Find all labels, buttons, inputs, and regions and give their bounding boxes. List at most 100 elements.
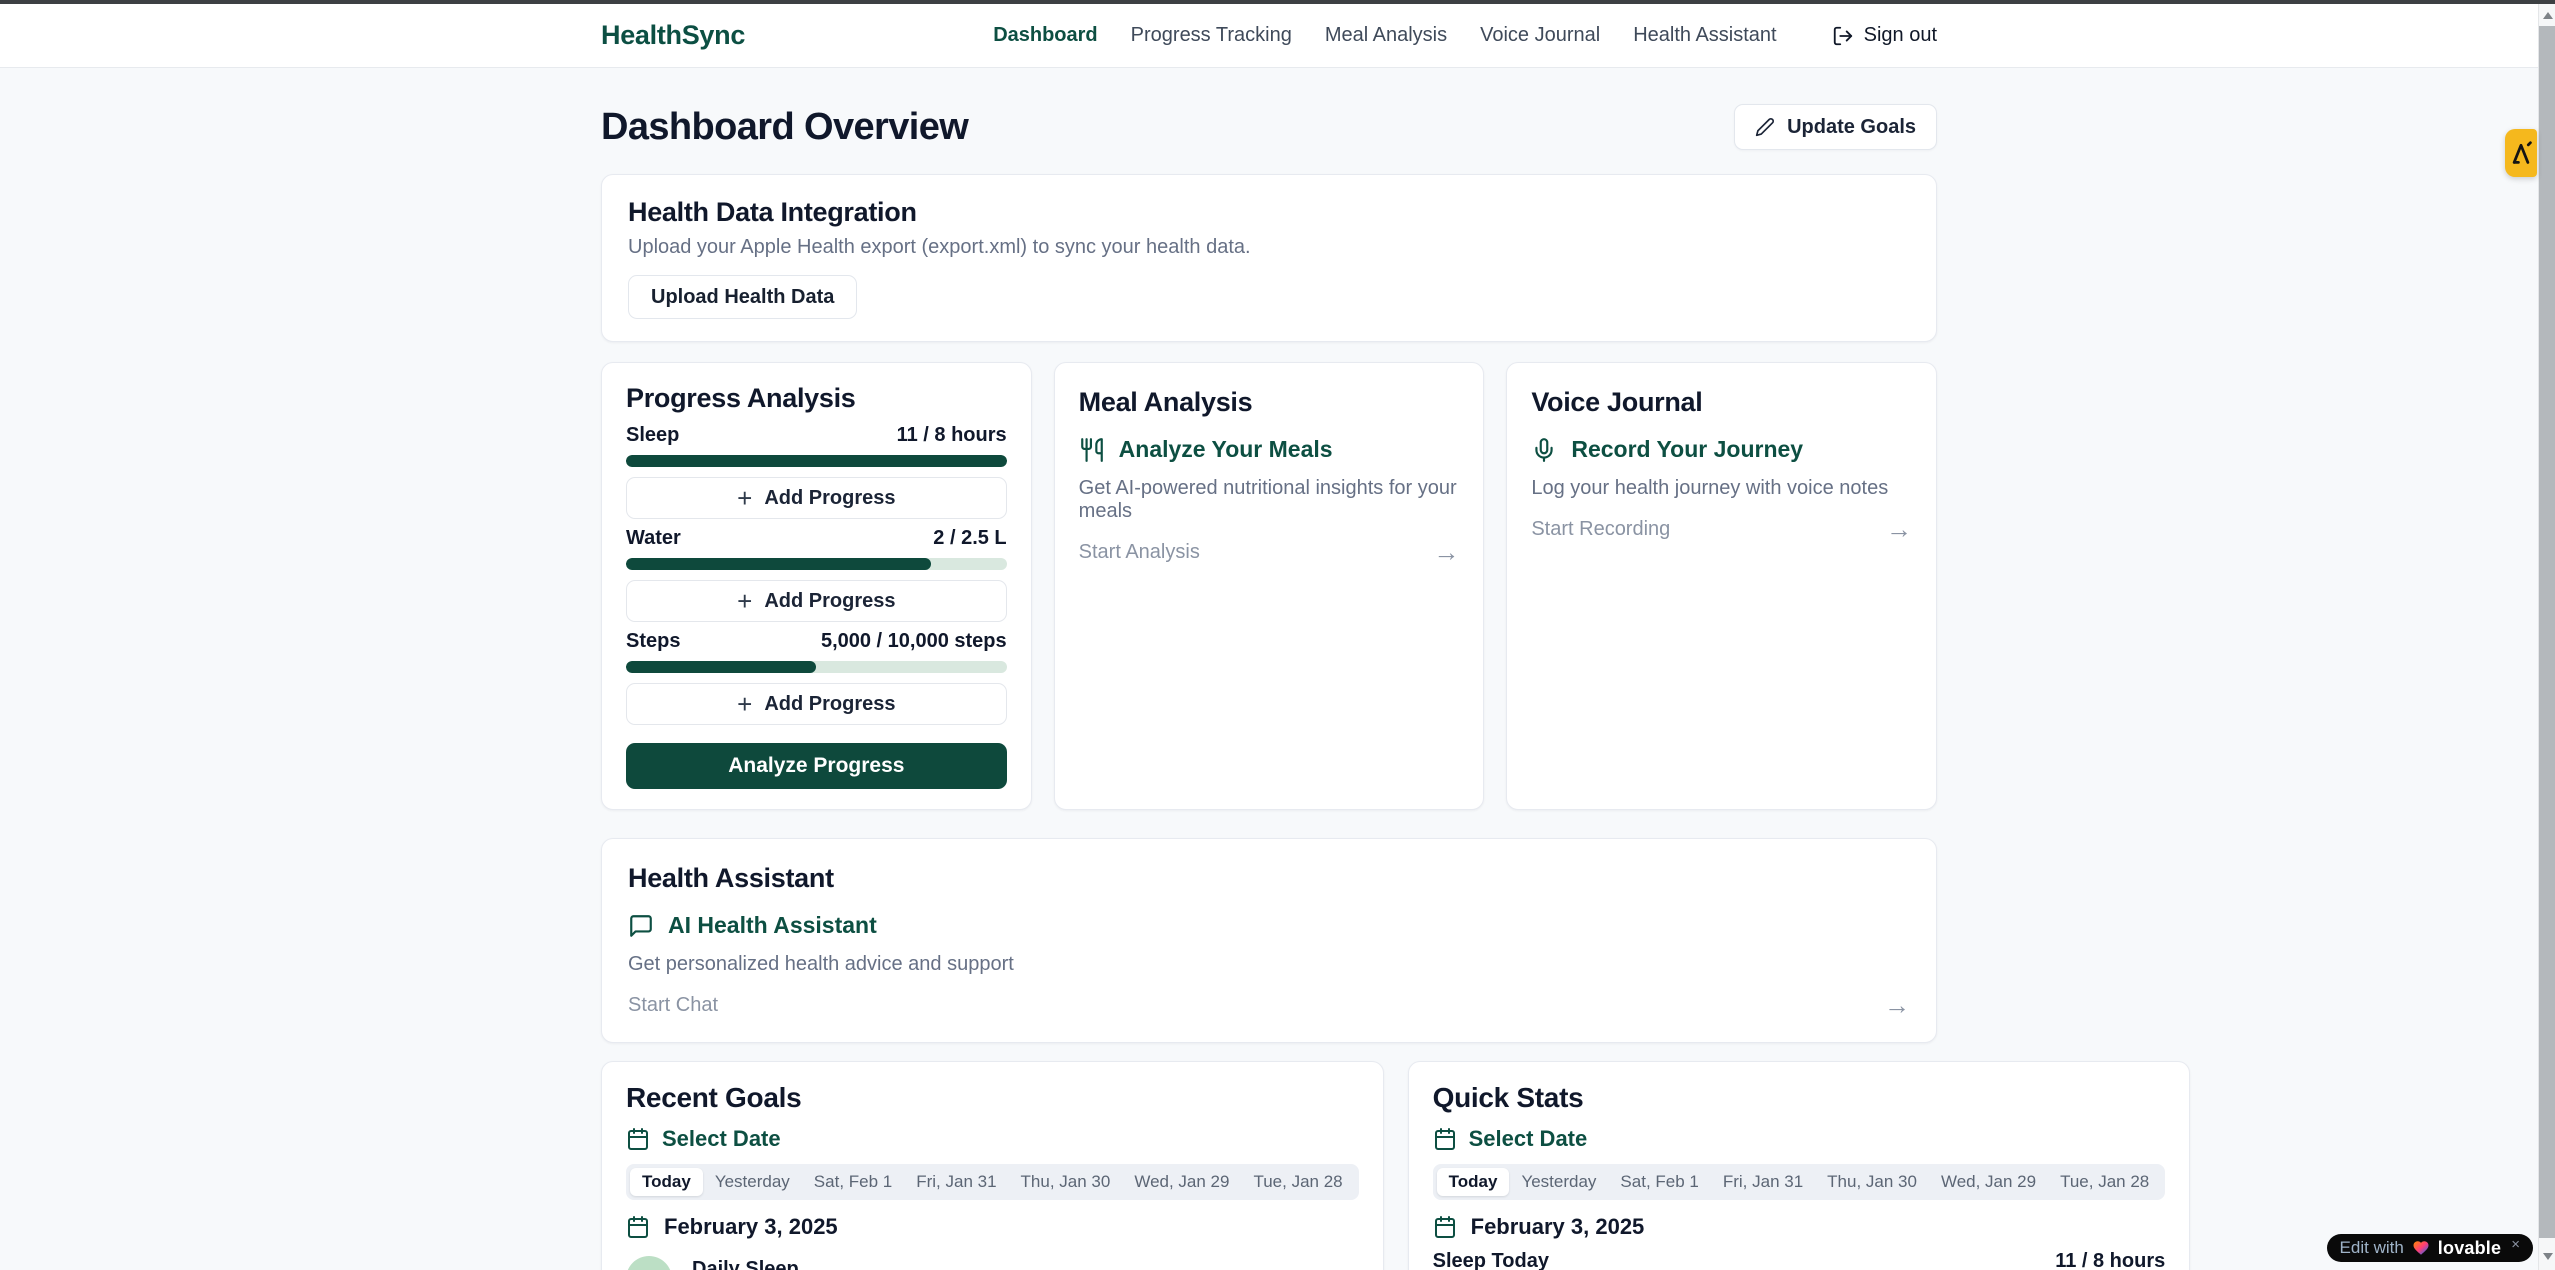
microphone-icon [1531,437,1557,463]
water-value: 2 / 2.5 L [933,527,1006,550]
app-header: HealthSync Dashboard Progress Tracking M… [0,4,2538,68]
plus-icon: + [737,485,752,511]
tab-thu-jan-30[interactable]: Thu, Jan 30 [1009,1168,1123,1196]
nav-progress-tracking[interactable]: Progress Tracking [1131,24,1292,47]
goal-complete-badge [626,1256,672,1270]
meal-analysis-card: Meal Analysis Analyze Your Meals Get AI-… [1054,362,1485,810]
voice-journal-card: Voice Journal Record Your Journey Log yo… [1506,362,1937,810]
add-progress-label: Add Progress [764,487,895,510]
upload-health-data-button[interactable]: Upload Health Data [628,275,857,319]
start-recording-row[interactable]: Start Recording → [1531,516,1912,542]
sleep-progress-bar [626,455,1007,467]
tab-fri-jan-31[interactable]: Fri, Jan 31 [1711,1168,1815,1196]
add-progress-label: Add Progress [764,590,895,613]
tab-tue-jan-28[interactable]: Tue, Jan 28 [2048,1168,2161,1196]
select-date-label: Select Date [662,1126,781,1152]
select-date-label: Select Date [1469,1126,1588,1152]
update-goals-label: Update Goals [1787,116,1916,139]
page-scrollbar[interactable] [2538,4,2555,1270]
plus-icon: + [737,588,752,614]
pencil-icon [1755,117,1775,137]
goal-name: Daily Sleep [692,1256,799,1270]
record-your-journey-link[interactable]: Record Your Journey [1531,436,1912,463]
tab-today[interactable]: Today [630,1168,703,1196]
steps-value: 5,000 / 10,000 steps [821,630,1007,653]
recent-goals-date-tabs: Today Yesterday Sat, Feb 1 Fri, Jan 31 T… [626,1164,1359,1200]
current-date-label: February 3, 2025 [1471,1214,1645,1240]
sleep-today-value: 11 / 8 hours [2055,1250,2165,1270]
health-assistant-description: Get personalized health advice and suppo… [628,953,1910,976]
dev-tool-badge[interactable] [2505,129,2537,177]
tab-wed-jan-29[interactable]: Wed, Jan 29 [1929,1168,2048,1196]
start-analysis-label: Start Analysis [1079,541,1200,564]
goal-row-daily-sleep: Daily Sleep 11 / 8 hours [626,1256,1359,1270]
tab-sat-feb-1[interactable]: Sat, Feb 1 [802,1168,904,1196]
record-your-journey-label: Record Your Journey [1571,436,1803,463]
update-goals-button[interactable]: Update Goals [1734,104,1937,150]
steps-metric: Steps 5,000 / 10,000 steps + Add Progres… [626,630,1007,725]
analyze-your-meals-link[interactable]: Analyze Your Meals [1079,436,1460,463]
health-assistant-title: Health Assistant [628,863,1910,894]
window-top-edge [0,0,2555,4]
ai-health-assistant-link[interactable]: AI Health Assistant [628,912,1910,939]
steps-progress-bar [626,661,1007,673]
tab-fri-jan-31[interactable]: Fri, Jan 31 [904,1168,1008,1196]
page-title: Dashboard Overview [601,106,968,149]
scrollbar-down-arrow[interactable] [2539,1248,2555,1265]
tab-wed-jan-29[interactable]: Wed, Jan 29 [1122,1168,1241,1196]
main-nav: Dashboard Progress Tracking Meal Analysi… [993,24,1937,47]
steps-add-progress-button[interactable]: + Add Progress [626,683,1007,725]
analyze-your-meals-label: Analyze Your Meals [1119,436,1333,463]
calendar-icon [626,1215,650,1239]
recent-goals-title: Recent Goals [626,1082,1359,1114]
sign-out-label: Sign out [1864,24,1937,47]
nav-voice-journal[interactable]: Voice Journal [1480,24,1600,47]
progress-analysis-title: Progress Analysis [626,383,1007,414]
ai-health-assistant-label: AI Health Assistant [668,912,877,939]
utensils-icon [1079,437,1105,463]
close-icon[interactable]: × [2511,1236,2520,1253]
water-progress-fill [626,558,931,570]
main-content: Dashboard Overview Update Goals Health D… [0,68,2538,1270]
sleep-today-label: Sleep Today [1433,1250,1549,1270]
water-metric: Water 2 / 2.5 L + Add Progress [626,527,1007,622]
scrollbar-up-arrow[interactable] [2539,7,2555,24]
scrollbar-thumb[interactable] [2539,26,2555,1238]
quick-stats-select-date[interactable]: Select Date [1433,1126,2166,1152]
chat-bubble-icon [628,913,654,939]
recent-goals-current-date: February 3, 2025 [626,1214,1359,1240]
tab-sat-feb-1[interactable]: Sat, Feb 1 [1608,1168,1710,1196]
arrow-right-icon: → [1433,539,1459,565]
sleep-today-metric: Sleep Today 11 / 8 hours [1433,1250,2166,1270]
edit-with-lovable-badge[interactable]: Edit with lovable × [2327,1234,2533,1262]
current-date-label: February 3, 2025 [664,1214,838,1240]
sleep-progress-fill [626,455,1007,467]
sleep-add-progress-button[interactable]: + Add Progress [626,477,1007,519]
recent-goals-select-date[interactable]: Select Date [626,1126,1359,1152]
sleep-metric: Sleep 11 / 8 hours + Add Progress [626,424,1007,519]
edit-with-label: Edit with [2340,1238,2404,1258]
tab-tue-jan-28[interactable]: Tue, Jan 28 [1241,1168,1354,1196]
voice-journal-title: Voice Journal [1531,387,1912,418]
sleep-value: 11 / 8 hours [897,424,1007,447]
tab-yesterday[interactable]: Yesterday [703,1168,802,1196]
sign-out-button[interactable]: Sign out [1832,24,1937,47]
meal-analysis-description: Get AI-powered nutritional insights for … [1079,477,1460,523]
tab-today[interactable]: Today [1437,1168,1510,1196]
start-analysis-row[interactable]: Start Analysis → [1079,539,1460,565]
tab-thu-jan-30[interactable]: Thu, Jan 30 [1815,1168,1929,1196]
calendar-icon [1433,1127,1457,1151]
nav-health-assistant[interactable]: Health Assistant [1633,24,1776,47]
tab-yesterday[interactable]: Yesterday [1509,1168,1608,1196]
voice-journal-description: Log your health journey with voice notes [1531,477,1912,500]
start-chat-row[interactable]: Start Chat → [628,992,1910,1018]
recent-goals-card: Recent Goals Select Date Today Yesterday… [601,1061,1384,1270]
nav-dashboard[interactable]: Dashboard [993,24,1097,47]
start-chat-label: Start Chat [628,994,718,1017]
app-logo[interactable]: HealthSync [601,20,745,51]
water-add-progress-button[interactable]: + Add Progress [626,580,1007,622]
health-data-title: Health Data Integration [628,197,1910,228]
analyze-progress-button[interactable]: Analyze Progress [626,743,1007,789]
nav-meal-analysis[interactable]: Meal Analysis [1325,24,1447,47]
calendar-icon [1433,1215,1457,1239]
